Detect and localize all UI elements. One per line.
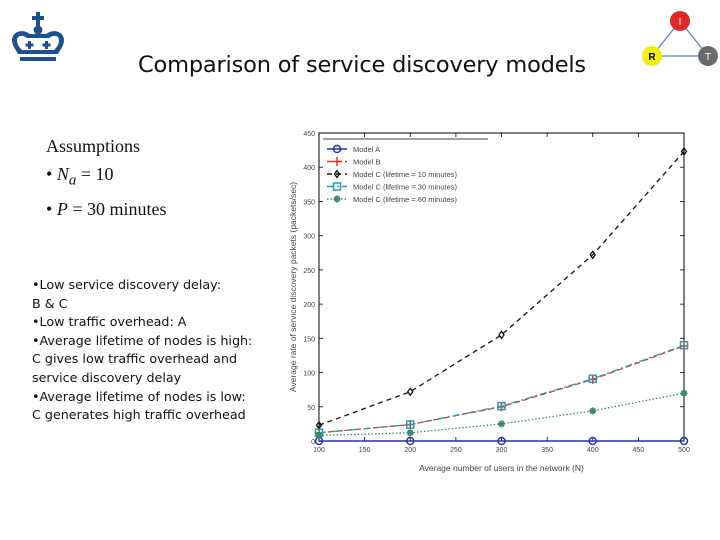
y-tick-label: 150: [303, 336, 315, 343]
series-4-point: [406, 429, 414, 437]
x-tick-label: 500: [678, 447, 690, 454]
line-chart: 0 50 100 150 200 250 300 350 400 450 100 150 200 250 3…: [288, 131, 690, 473]
conclusion-line: C gives low traffic overhead and: [32, 351, 238, 367]
node-i: I: [670, 11, 690, 31]
legend-label: Model A: [353, 145, 380, 154]
series-2-point: [406, 387, 414, 397]
x-tick-label: 300: [496, 447, 508, 454]
svg-text:I: I: [679, 17, 682, 28]
y-tick-label: 50: [307, 405, 315, 412]
y-axis-label: Average rate of service discovery packet…: [288, 182, 298, 392]
conclusions-list: •Low service discovery delay: B & C •Low…: [32, 276, 282, 425]
y-tick-label: 0: [311, 439, 315, 446]
x-tick-label: 250: [450, 447, 462, 454]
series-4-point: [680, 389, 688, 397]
series-2-point: [498, 330, 505, 340]
series-4-point: [498, 420, 505, 428]
conclusion-line: •Low traffic overhead: A: [32, 314, 187, 330]
y-tick-label: 250: [303, 268, 315, 275]
series-4-line: [318, 392, 685, 437]
slide-title: Comparison of service discovery models: [138, 52, 586, 78]
conclusion-line: C generates high traffic overhead: [32, 407, 246, 423]
y-tick-label: 450: [303, 131, 315, 138]
legend-label: Model C (lifetime = 60 minutes): [353, 195, 457, 204]
x-tick-label: 150: [359, 447, 371, 454]
conclusion-line: B & C: [32, 295, 68, 311]
x-tick-label: 450: [633, 447, 645, 454]
y-tick-label: 400: [303, 165, 315, 172]
legend-marker: [333, 195, 341, 203]
y-tick-label: 300: [303, 234, 315, 241]
assumption-item: • P = 30 minutes: [46, 198, 167, 219]
assumptions-heading: Assumptions: [46, 136, 141, 156]
y-tick-label: 200: [303, 302, 315, 309]
conclusion-line: •Average lifetime of nodes is low:: [32, 388, 246, 404]
series-4-point: [315, 432, 323, 440]
assumption-item: • Na = 10: [46, 164, 114, 189]
legend-label: Model C (lifetime = 30 minutes): [353, 183, 457, 192]
series-3-line: [318, 344, 685, 434]
legend-label: Model B: [353, 158, 381, 167]
y-tick-label: 100: [303, 371, 315, 378]
assumptions-block: Assumptions • Na = 10 • P = 30 minutes: [46, 132, 166, 223]
x-tick-label: 200: [404, 447, 416, 454]
conclusion-line: •Low service discovery delay:: [32, 277, 221, 292]
conclusion-line: •Average lifetime of nodes is high:: [32, 332, 253, 348]
series-4-point: [589, 407, 597, 415]
y-tick-label: 350: [303, 199, 315, 206]
x-axis-label: Average number of users in the network (…: [419, 463, 584, 473]
conclusion-line: service discovery delay: [32, 369, 182, 385]
series-1-line: [318, 345, 685, 434]
x-tick-label: 100: [313, 447, 325, 454]
legend-label: Model C (lifetime = 10 minutes): [353, 170, 457, 179]
x-tick-label: 350: [541, 447, 553, 454]
x-tick-label: 400: [587, 447, 599, 454]
